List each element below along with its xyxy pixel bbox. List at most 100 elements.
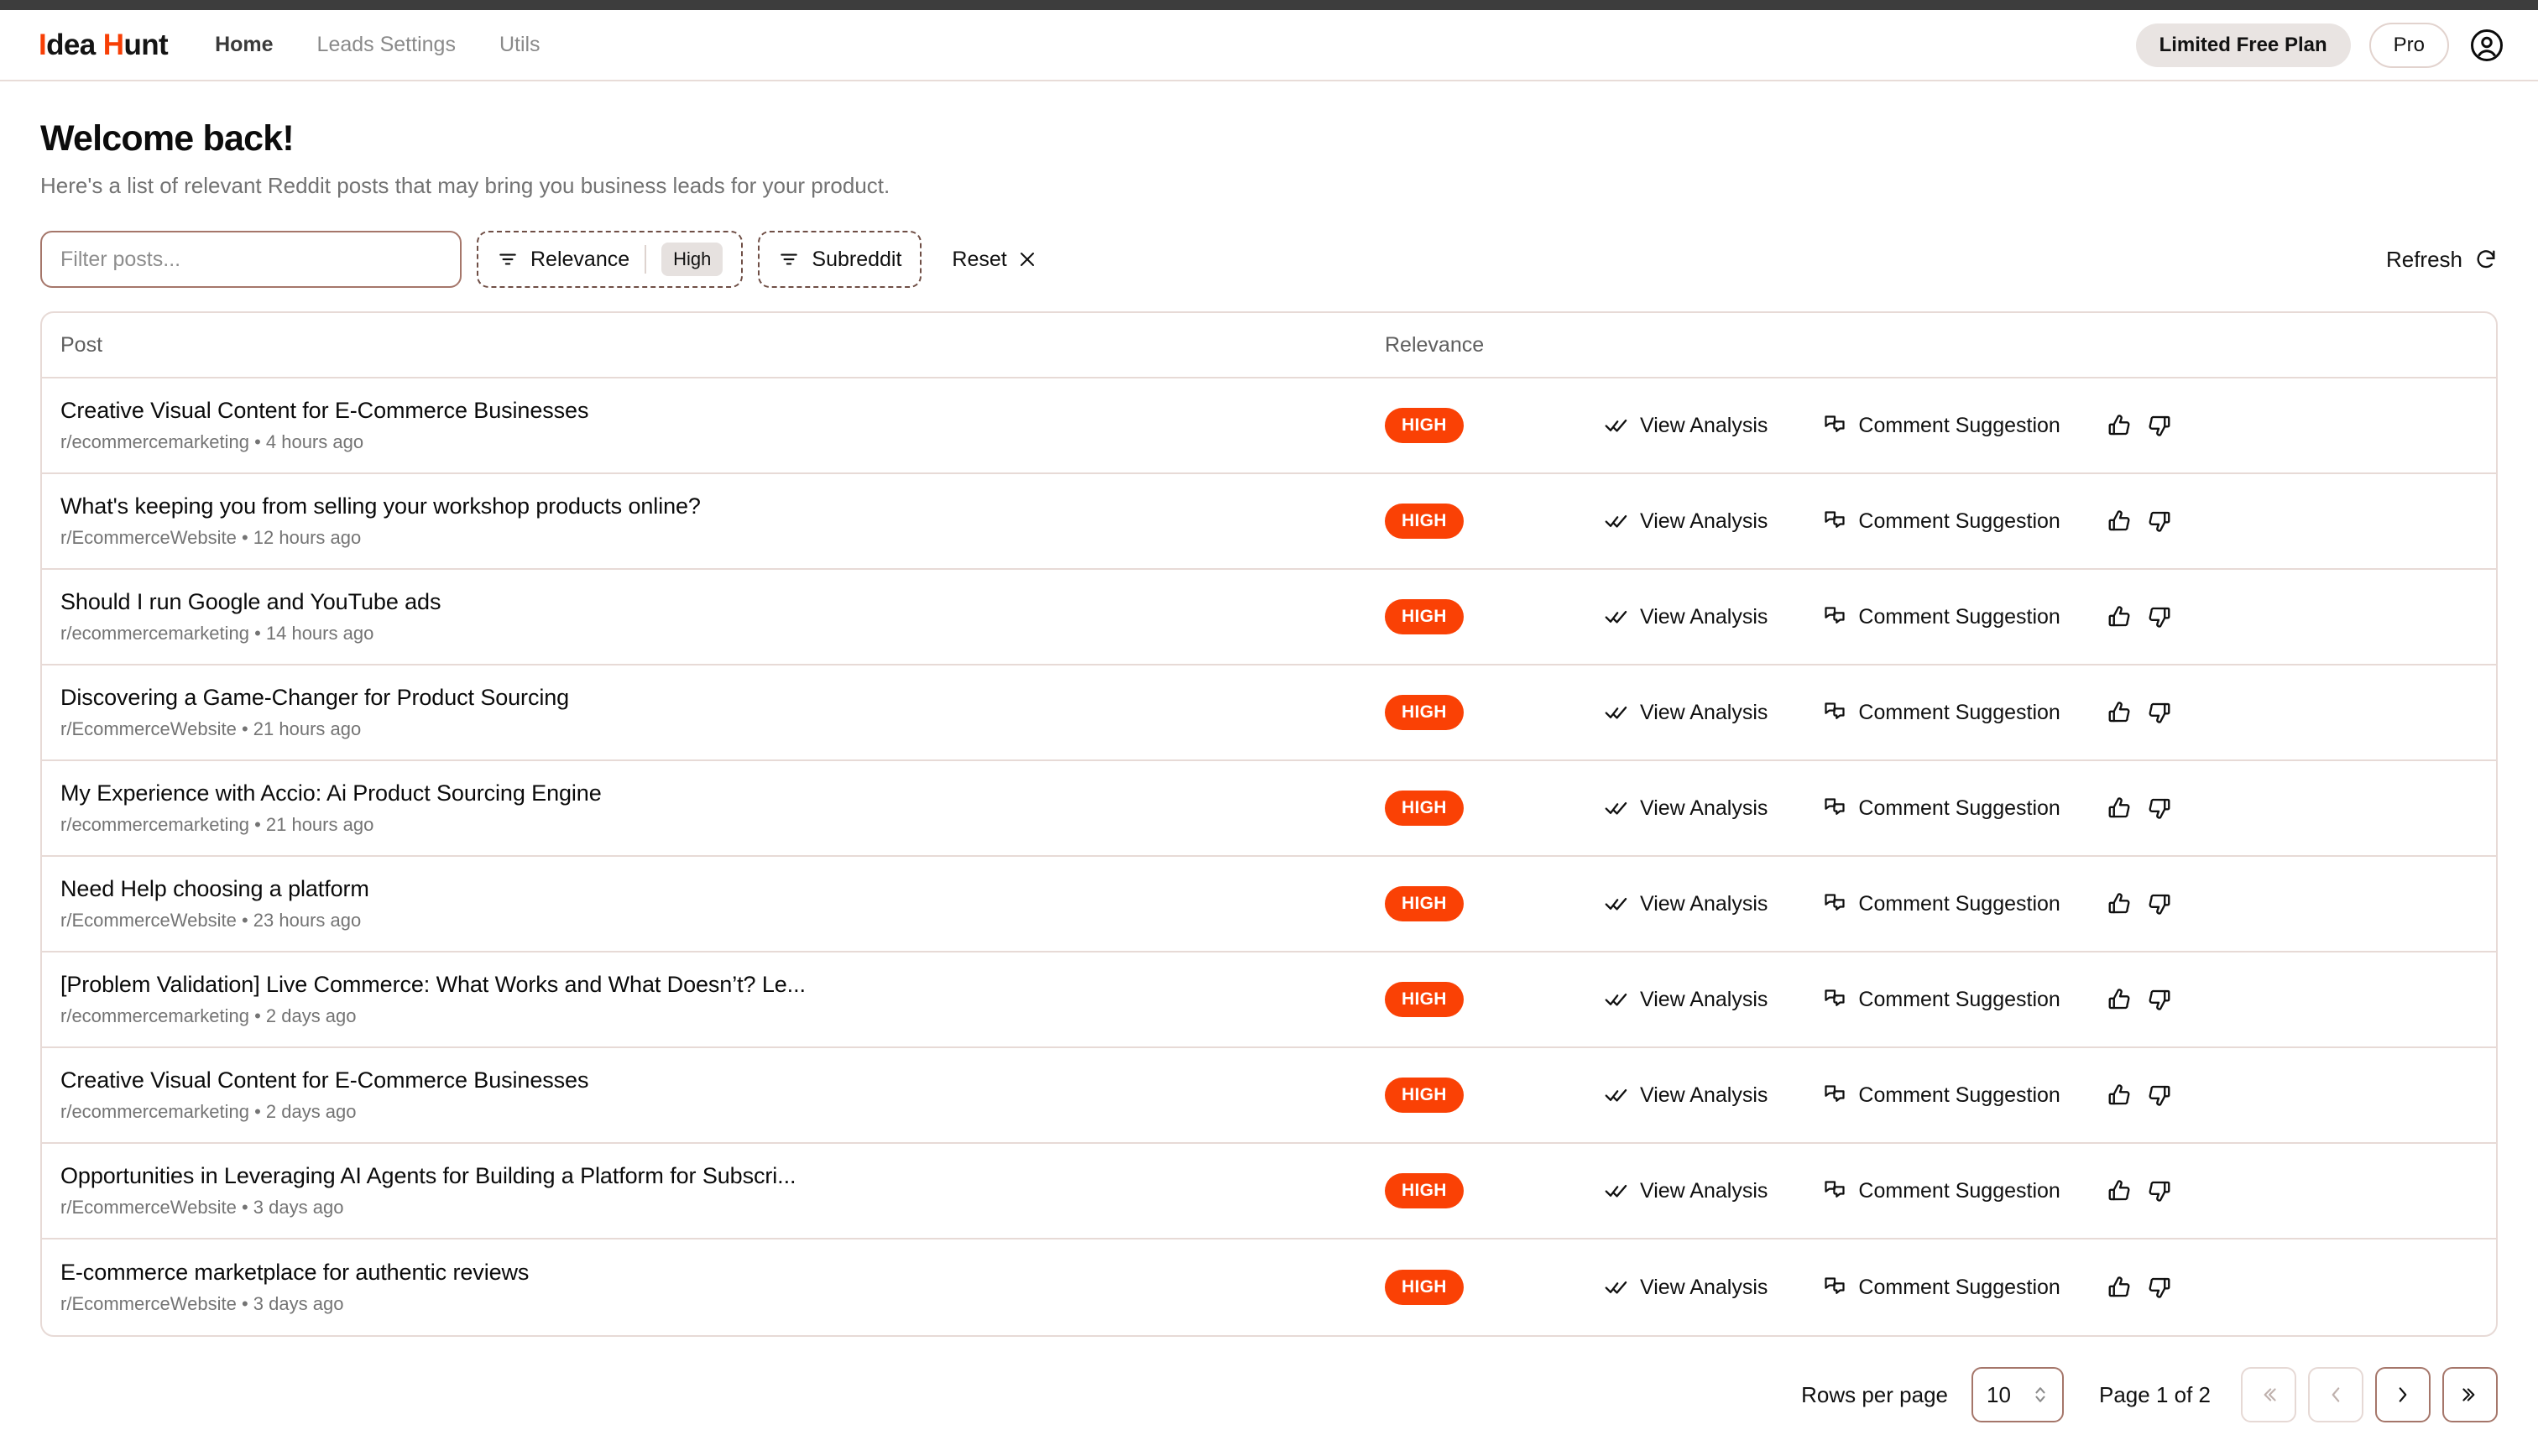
table-row[interactable]: Creative Visual Content for E-Commerce B… bbox=[42, 1048, 2496, 1144]
view-analysis-button[interactable]: View Analysis bbox=[1605, 414, 1768, 438]
comment-suggestion-button[interactable]: Comment Suggestion bbox=[1823, 988, 2060, 1012]
reset-filters-button[interactable]: Reset bbox=[937, 231, 1052, 288]
thumbs-down-button[interactable] bbox=[2139, 692, 2180, 733]
column-header-relevance: Relevance bbox=[1385, 332, 1485, 357]
relevance-badge: HIGH bbox=[1385, 1173, 1464, 1208]
post-title[interactable]: Need Help choosing a platform bbox=[60, 876, 1385, 902]
thumbs-up-button[interactable] bbox=[2099, 788, 2139, 828]
page-status: Page 1 of 2 bbox=[2099, 1381, 2211, 1407]
table-row[interactable]: Should I run Google and YouTube ads r/eco… bbox=[42, 570, 2496, 665]
table-row[interactable]: Discovering a Game-Changer for Product S… bbox=[42, 665, 2496, 761]
refresh-button[interactable]: Refresh bbox=[2386, 247, 2498, 273]
thumbs-up-button[interactable] bbox=[2099, 979, 2139, 1020]
last-page-button[interactable] bbox=[2442, 1367, 2498, 1422]
relevance-filter-value[interactable]: High bbox=[661, 243, 723, 276]
view-analysis-button[interactable]: View Analysis bbox=[1605, 509, 1768, 534]
post-title[interactable]: Creative Visual Content for E-Commerce B… bbox=[60, 1067, 1385, 1093]
post-title[interactable]: Opportunities in Leveraging AI Agents fo… bbox=[60, 1163, 1385, 1189]
view-analysis-button[interactable]: View Analysis bbox=[1605, 988, 1768, 1012]
post-title[interactable]: Creative Visual Content for E-Commerce B… bbox=[60, 398, 1385, 424]
comment-suggestion-button[interactable]: Comment Suggestion bbox=[1823, 1276, 2060, 1300]
table-row[interactable]: [Problem Validation] Live Commerce: What… bbox=[42, 952, 2496, 1048]
thumbs-up-button[interactable] bbox=[2099, 692, 2139, 733]
comment-suggestion-button[interactable]: Comment Suggestion bbox=[1823, 796, 2060, 821]
table-row[interactable]: Need Help choosing a platform r/Ecommerce… bbox=[42, 857, 2496, 952]
view-analysis-button[interactable]: View Analysis bbox=[1605, 605, 1768, 629]
chevron-updown-icon bbox=[2035, 1387, 2045, 1402]
post-title[interactable]: Discovering a Game-Changer for Product S… bbox=[60, 685, 1385, 711]
post-title[interactable]: E-commerce marketplace for authentic rev… bbox=[60, 1260, 1385, 1286]
table-row[interactable]: Opportunities in Leveraging AI Agents fo… bbox=[42, 1144, 2496, 1239]
post-title[interactable]: What's keeping you from selling your wor… bbox=[60, 493, 1385, 519]
post-cell: My Experience with Accio: Ai Product Sou… bbox=[60, 780, 1385, 836]
comment-suggestion-button[interactable]: Comment Suggestion bbox=[1823, 892, 2060, 916]
post-title[interactable]: Should I run Google and YouTube ads bbox=[60, 589, 1385, 615]
thumbs-up-button[interactable] bbox=[2099, 405, 2139, 446]
page-subtitle: Here's a list of relevant Reddit posts t… bbox=[40, 173, 890, 198]
view-analysis-button[interactable]: View Analysis bbox=[1605, 701, 1768, 725]
thumbs-down-button[interactable] bbox=[2139, 979, 2180, 1020]
thumbs-up-button[interactable] bbox=[2099, 501, 2139, 541]
thumbs-down-button[interactable] bbox=[2139, 597, 2180, 637]
post-meta: r/EcommerceWebsite • 3 days ago bbox=[60, 1197, 344, 1218]
comment-suggestion-label: Comment Suggestion bbox=[1858, 987, 2060, 1011]
row-actions: View Analysis Comment Suggestion bbox=[1605, 884, 2478, 924]
comment-suggestion-button[interactable]: Comment Suggestion bbox=[1823, 1083, 2060, 1108]
post-title[interactable]: My Experience with Accio: Ai Product Sou… bbox=[60, 780, 1385, 806]
comment-suggestion-button[interactable]: Comment Suggestion bbox=[1823, 701, 2060, 725]
page-title: Welcome back! bbox=[40, 118, 295, 159]
plan-badge[interactable]: Limited Free Plan bbox=[2135, 23, 2351, 67]
thumbs-down-button[interactable] bbox=[2139, 1171, 2180, 1211]
pro-button[interactable]: Pro bbox=[2368, 22, 2449, 68]
comment-suggestion-button[interactable]: Comment Suggestion bbox=[1823, 414, 2060, 438]
relevance-cell: HIGH bbox=[1385, 408, 1605, 443]
nav-item-home[interactable]: Home bbox=[215, 33, 273, 57]
view-analysis-button[interactable]: View Analysis bbox=[1605, 892, 1768, 916]
relevance-cell: HIGH bbox=[1385, 695, 1605, 730]
filter-posts-input[interactable] bbox=[40, 231, 462, 288]
subreddit-filter-label: Subreddit bbox=[812, 247, 902, 271]
view-analysis-button[interactable]: View Analysis bbox=[1605, 1179, 1768, 1203]
rows-per-page-select[interactable]: 10 bbox=[1971, 1367, 2064, 1422]
thumbs-up-button[interactable] bbox=[2099, 597, 2139, 637]
thumbs-down-button[interactable] bbox=[2139, 501, 2180, 541]
table-row[interactable]: E-commerce marketplace for authentic rev… bbox=[42, 1239, 2496, 1335]
thumbs-down-button[interactable] bbox=[2139, 1075, 2180, 1115]
next-page-button[interactable] bbox=[2375, 1367, 2431, 1422]
pagination-bar: Rows per page 10 Page 1 of 2 bbox=[40, 1367, 2498, 1456]
nav-right-group: Limited Free Plan Pro bbox=[2135, 22, 2506, 68]
comment-suggestion-button[interactable]: Comment Suggestion bbox=[1823, 509, 2060, 534]
app-logo[interactable]: Idea Hunt bbox=[39, 28, 169, 62]
thumbs-down-button[interactable] bbox=[2139, 884, 2180, 924]
table-row[interactable]: What's keeping you from selling your wor… bbox=[42, 474, 2496, 570]
user-account-button[interactable] bbox=[2468, 26, 2506, 65]
thumbs-down-button[interactable] bbox=[2139, 788, 2180, 828]
os-title-strip bbox=[0, 0, 2538, 10]
rows-per-page-label: Rows per page bbox=[1801, 1381, 1948, 1407]
previous-page-button[interactable] bbox=[2308, 1367, 2363, 1422]
row-actions: View Analysis Comment Suggestion bbox=[1605, 1075, 2478, 1115]
comment-suggestion-button[interactable]: Comment Suggestion bbox=[1823, 1179, 2060, 1203]
logo-text-dea: dea bbox=[46, 28, 96, 61]
relevance-filter[interactable]: Relevance High bbox=[477, 231, 744, 288]
view-analysis-button[interactable]: View Analysis bbox=[1605, 796, 1768, 821]
thumbs-down-button[interactable] bbox=[2139, 1267, 2180, 1307]
table-row[interactable]: Creative Visual Content for E-Commerce B… bbox=[42, 378, 2496, 474]
thumbs-up-button[interactable] bbox=[2099, 884, 2139, 924]
thumbs-up-button[interactable] bbox=[2099, 1267, 2139, 1307]
first-page-button[interactable] bbox=[2241, 1367, 2296, 1422]
thumbs-down-button[interactable] bbox=[2139, 405, 2180, 446]
nav-item-leads-settings[interactable]: Leads Settings bbox=[317, 33, 456, 57]
chevrons-right-icon bbox=[2462, 1388, 2475, 1401]
comment-suggestion-button[interactable]: Comment Suggestion bbox=[1823, 605, 2060, 629]
thumbs-up-icon bbox=[2108, 702, 2130, 723]
thumbs-up-button[interactable] bbox=[2099, 1075, 2139, 1115]
comment-bubbles-icon bbox=[1825, 1181, 1846, 1198]
table-row[interactable]: My Experience with Accio: Ai Product Sou… bbox=[42, 761, 2496, 857]
post-title[interactable]: [Problem Validation] Live Commerce: What… bbox=[60, 972, 1385, 998]
subreddit-filter[interactable]: Subreddit bbox=[758, 231, 922, 288]
view-analysis-button[interactable]: View Analysis bbox=[1605, 1083, 1768, 1108]
view-analysis-button[interactable]: View Analysis bbox=[1605, 1276, 1768, 1300]
thumbs-up-button[interactable] bbox=[2099, 1171, 2139, 1211]
nav-item-utils[interactable]: Utils bbox=[499, 33, 540, 57]
